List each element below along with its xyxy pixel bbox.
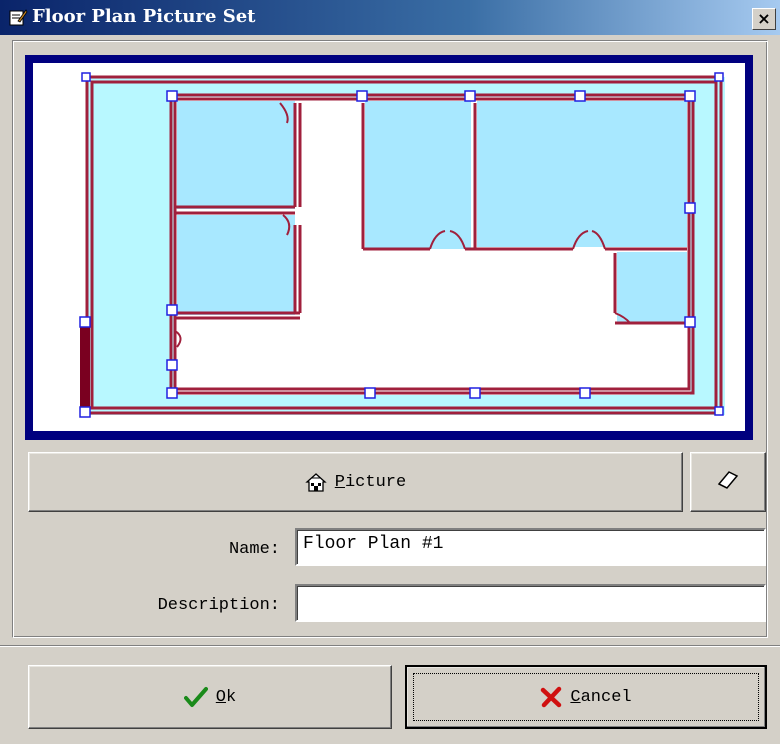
window-title: Floor Plan Picture Set (32, 6, 256, 27)
ok-button[interactable]: Ok (28, 665, 392, 729)
focus-rectangle (413, 673, 759, 721)
cancel-button[interactable]: Cancel (405, 665, 767, 729)
edit-document-icon (9, 9, 28, 26)
close-button[interactable]: × (752, 8, 776, 30)
description-label: Description: (157, 596, 280, 615)
ok-button-label: Ok (215, 687, 237, 707)
name-label: Name: (228, 540, 280, 559)
house-icon (305, 471, 327, 493)
clear-picture-button[interactable] (690, 452, 766, 512)
title-bar[interactable]: Floor Plan Picture Set × (0, 0, 780, 35)
floor-plan-drawing (33, 63, 745, 431)
footer-separator (0, 645, 780, 647)
description-field[interactable] (295, 584, 766, 622)
picture-button-label: Picture (334, 472, 407, 492)
eraser-icon (715, 468, 741, 496)
checkmark-icon (183, 686, 208, 708)
name-field[interactable]: Floor Plan #1 (295, 528, 766, 566)
floor-plan-preview[interactable] (25, 55, 753, 440)
picture-button[interactable]: Picture (28, 452, 683, 512)
